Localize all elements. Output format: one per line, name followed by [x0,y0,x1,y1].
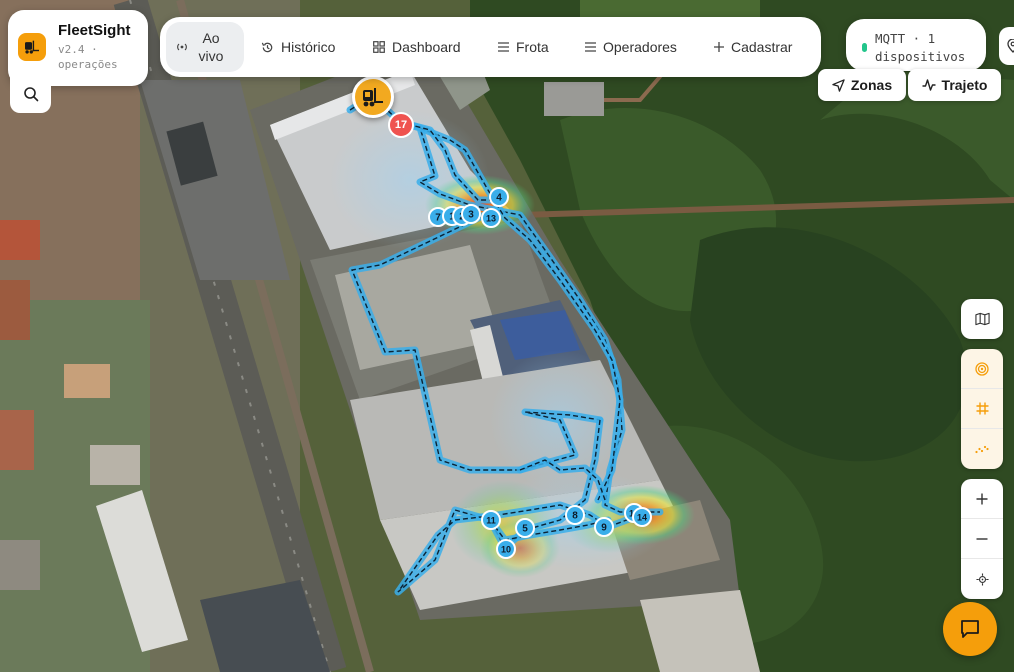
grid-layer-button[interactable] [961,389,1003,429]
plus-icon [714,42,724,52]
route-point-11[interactable]: 11 [481,510,501,530]
forklift-icon [25,40,39,54]
list-icon [585,42,596,52]
navigation-arrow-icon [832,78,845,92]
nav-tab-dashboard[interactable]: Dashboard [373,17,461,77]
route-point-label: 10 [501,545,511,555]
plus-icon [976,493,988,504]
nav-tab-label: Ao vivo [198,30,224,64]
heatmap-layer-button[interactable] [961,349,1003,389]
nav-tab-operators[interactable]: Operadores [585,17,677,77]
history-icon [261,42,273,52]
chat-button[interactable] [943,602,997,656]
route-point-label: 8 [572,511,578,522]
zones-toggle-label: Zonas [850,77,893,93]
location-button[interactable] [999,27,1014,65]
nav-tab-fleet[interactable]: Frota [498,17,549,77]
route-point-9[interactable]: 9 [594,517,614,537]
route-point-label: 11 [486,516,496,526]
recenter-button[interactable] [961,559,1003,599]
chat-bubble-icon [961,620,979,638]
nav-tab-label: Operadores [603,39,677,55]
route-point-label: 4 [496,193,502,204]
zones-toggle[interactable]: Zonas [818,69,906,101]
nav-tab-label: Histórico [281,39,336,55]
list-icon [498,42,509,52]
zoom-controls [961,479,1003,599]
route-point-13[interactable]: 13 [481,208,501,228]
connection-status: MQTT · 1 dispositivos [846,19,986,71]
scatter-layer-button[interactable] [961,429,1003,469]
crosshair-icon [975,572,989,586]
vehicle-marker[interactable] [352,76,394,118]
map-style-button[interactable] [961,299,1003,339]
connection-status-text: MQTT · 1 dispositivos [875,31,966,64]
target-icon [975,361,989,376]
dashboard-grid-icon [373,41,385,53]
route-point-label: 13 [486,214,496,224]
nav-tab-register[interactable]: Cadastrar [714,17,792,77]
route-point-label: 3 [468,210,474,221]
route-toggle[interactable]: Trajeto [908,69,1001,101]
zoom-out-button[interactable] [961,519,1003,559]
route-point-8[interactable]: 8 [565,505,585,525]
map-pin-icon [1007,39,1014,53]
forklift-icon [363,88,383,107]
scatter-dots-icon [975,445,989,454]
layer-controls [961,349,1003,469]
route-point-4[interactable]: 4 [489,187,509,207]
alert-count-badge[interactable]: 17 [388,112,414,138]
route-point-label: 9 [601,523,607,534]
route-point-14[interactable]: 14 [632,507,652,527]
grid-hash-icon [976,402,988,415]
search-button[interactable] [10,74,51,113]
nav-tab-label: Cadastrar [731,39,793,55]
zoom-in-button[interactable] [961,479,1003,519]
map-icon [974,312,990,326]
app-version: v2.4 · operações [58,43,118,71]
nav-tab-live[interactable]: Ao vivo [166,22,244,72]
minus-icon [976,537,988,540]
nav-tab-label: Frota [516,39,549,55]
activity-pulse-icon [922,79,936,91]
route-point-label: 5 [522,524,528,535]
route-point-10[interactable]: 10 [496,539,516,559]
status-dot [862,43,867,52]
nav-tab-history[interactable]: Histórico [261,17,335,77]
app-name: FleetSight [58,22,131,39]
route-toggle-label: Trajeto [941,77,988,93]
app-logo [18,33,46,61]
route-point-label: 14 [637,513,647,523]
nav-tab-label: Dashboard [392,39,461,55]
alert-count: 17 [394,119,408,131]
search-icon [23,86,38,101]
route-point-3[interactable]: 3 [461,204,481,224]
route-point-label: 7 [435,213,441,224]
main-nav: Ao vivo Histórico Dashboard Frota Operad… [160,17,821,77]
live-broadcast-icon [177,43,187,51]
map-style-control [961,299,1003,339]
route-point-5[interactable]: 5 [515,518,535,538]
